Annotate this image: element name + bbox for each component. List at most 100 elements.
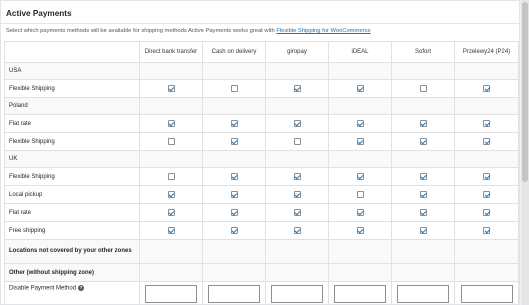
checkbox-unchecked[interactable] xyxy=(356,190,364,198)
checkbox-checked[interactable] xyxy=(293,226,301,234)
column-header: Direct bank transfer xyxy=(139,41,203,63)
checkbox-checked[interactable] xyxy=(293,172,301,180)
checkbox-checked[interactable] xyxy=(167,119,175,127)
table-cell xyxy=(265,79,329,98)
zone-group-row: UK xyxy=(4,150,519,168)
disable-text-field[interactable] xyxy=(460,285,513,303)
disable-text-field[interactable] xyxy=(334,285,386,303)
checkbox-checked[interactable] xyxy=(293,119,301,127)
other-zone-row: Other (without shipping zone) xyxy=(4,263,519,282)
table-cell xyxy=(391,97,455,115)
table-cell xyxy=(391,281,455,304)
table-cell xyxy=(202,132,266,151)
table-cell xyxy=(454,281,519,304)
table-cell xyxy=(391,150,455,168)
checkbox-checked[interactable] xyxy=(419,226,427,234)
other-zone-label: Other (without shipping zone) xyxy=(4,263,140,282)
checkbox-checked[interactable] xyxy=(167,226,175,234)
table-cell xyxy=(265,203,329,222)
zone-group-row: USA xyxy=(4,62,519,80)
checkbox-checked[interactable] xyxy=(167,190,175,198)
table-cell xyxy=(391,79,455,98)
checkbox-checked[interactable] xyxy=(483,190,490,198)
shipping-method-row: Free shipping xyxy=(4,221,519,240)
checkbox-checked[interactable] xyxy=(483,137,490,145)
checkbox-checked[interactable] xyxy=(293,208,301,216)
flexible-shipping-link[interactable]: Flexible Shipping for WooCommerce xyxy=(276,28,370,34)
checkbox-checked[interactable] xyxy=(356,84,364,92)
column-header: iDEAL xyxy=(328,41,392,63)
table-cell xyxy=(202,185,266,204)
shipping-method-row: Flexible Shipping xyxy=(4,79,519,98)
checkbox-checked[interactable] xyxy=(419,208,427,216)
checkbox-checked[interactable] xyxy=(483,226,490,234)
disable-text-field[interactable] xyxy=(145,285,197,303)
question-icon[interactable]: ? xyxy=(78,285,85,291)
shipping-method-label: Flexible Shipping xyxy=(4,132,140,151)
checkbox-checked[interactable] xyxy=(356,137,364,145)
disable-text-field[interactable] xyxy=(208,285,260,303)
table-cell xyxy=(454,263,519,282)
checkbox-checked[interactable] xyxy=(230,119,238,127)
table-cell xyxy=(265,97,329,115)
table-cell xyxy=(202,281,266,304)
table-cell xyxy=(454,203,519,222)
checkbox-checked[interactable] xyxy=(419,190,427,198)
checkbox-checked[interactable] xyxy=(483,172,490,180)
table-cell xyxy=(139,263,203,282)
table-cell xyxy=(328,263,392,282)
checkbox-checked[interactable] xyxy=(483,208,490,216)
table-cell xyxy=(328,132,392,151)
disable-payment-row: Disable Payment Method? xyxy=(4,281,519,304)
table-cell xyxy=(202,79,266,98)
table-cell xyxy=(328,97,392,115)
checkbox-checked[interactable] xyxy=(483,119,490,127)
table-cell xyxy=(265,239,329,264)
checkbox-unchecked[interactable] xyxy=(419,84,427,92)
checkbox-checked[interactable] xyxy=(356,119,364,127)
table-cell xyxy=(202,167,266,186)
checkbox-checked[interactable] xyxy=(293,190,301,198)
table-cell xyxy=(391,263,455,282)
table-cell xyxy=(454,97,519,115)
checkbox-checked[interactable] xyxy=(230,208,238,216)
checkbox-checked[interactable] xyxy=(230,190,238,198)
checkbox-unchecked[interactable] xyxy=(167,137,175,145)
checkbox-checked[interactable] xyxy=(230,226,238,234)
checkbox-checked[interactable] xyxy=(230,172,238,180)
table-cell xyxy=(454,114,519,133)
checkbox-checked[interactable] xyxy=(356,226,364,234)
zone-group-row: Poland xyxy=(4,97,519,115)
checkbox-checked[interactable] xyxy=(419,137,427,145)
section-description: Select which payments methods will be av… xyxy=(6,28,371,34)
disable-text-field[interactable] xyxy=(397,285,449,303)
section-title: Active Payments xyxy=(6,9,72,18)
checkbox-checked[interactable] xyxy=(230,137,238,145)
checkbox-checked[interactable] xyxy=(356,208,364,216)
table-cell xyxy=(202,114,266,133)
checkbox-unchecked[interactable] xyxy=(230,84,238,92)
table-cell xyxy=(328,150,392,168)
checkbox-checked[interactable] xyxy=(419,119,427,127)
shipping-method-row: Flexible Shipping xyxy=(4,132,519,151)
shipping-method-row: Flexible Shipping xyxy=(4,167,519,186)
payments-table: Direct bank transfer Cash on delivery gi… xyxy=(4,41,519,304)
checkbox-checked[interactable] xyxy=(167,84,175,92)
table-cell xyxy=(202,62,266,80)
checkbox-checked[interactable] xyxy=(483,84,490,92)
checkbox-unchecked[interactable] xyxy=(167,172,175,180)
table-cell xyxy=(265,221,329,240)
table-cell xyxy=(202,150,266,168)
zone-label: UK xyxy=(4,150,140,168)
checkbox-checked[interactable] xyxy=(419,172,427,180)
table-cell xyxy=(454,185,519,204)
disable-text-field[interactable] xyxy=(271,285,323,303)
table-cell xyxy=(328,221,392,240)
table-cell xyxy=(139,221,203,240)
checkbox-checked[interactable] xyxy=(293,84,301,92)
checkbox-unchecked[interactable] xyxy=(293,137,301,145)
table-cell xyxy=(139,281,203,304)
checkbox-checked[interactable] xyxy=(167,208,175,216)
checkbox-checked[interactable] xyxy=(356,172,364,180)
scrollbar-thumb[interactable] xyxy=(522,2,528,182)
